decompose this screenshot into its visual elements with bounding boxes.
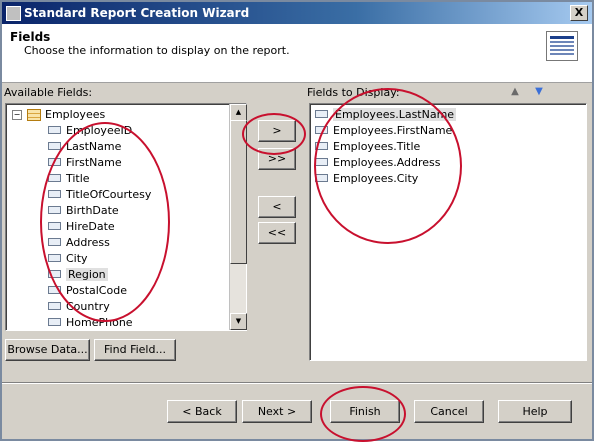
available-field-item[interactable]: Title: [48, 171, 90, 186]
fields-to-display-list[interactable]: Employees.LastName Employees.FirstName Emp…: [309, 103, 587, 361]
field-icon: [48, 142, 61, 150]
available-field-item[interactable]: Address: [48, 235, 110, 250]
available-field-item[interactable]: HireDate: [48, 219, 115, 234]
browse-data-button[interactable]: Browse Data...: [5, 339, 90, 361]
field-icon: [48, 222, 61, 230]
remove-field-button[interactable]: <: [258, 196, 296, 218]
field-icon: [315, 110, 328, 118]
help-button[interactable]: Help: [498, 400, 572, 423]
available-field-item[interactable]: City: [48, 251, 88, 266]
back-button[interactable]: < Back: [167, 400, 237, 423]
display-field-item[interactable]: Employees.City: [315, 171, 418, 186]
available-field-item[interactable]: LastName: [48, 139, 121, 154]
tree-root-label: Employees: [45, 108, 106, 121]
title-bar: Standard Report Creation Wizard X: [2, 2, 592, 24]
display-field-label: Employees.City: [333, 172, 419, 185]
field-icon: [48, 190, 61, 198]
available-field-item[interactable]: TitleOfCourtesy: [48, 187, 151, 202]
field-icon: [48, 126, 61, 134]
cancel-button[interactable]: Cancel: [414, 400, 484, 423]
available-field-item[interactable]: Country: [48, 299, 110, 314]
field-icon: [48, 270, 61, 278]
available-field-label: HomePhone: [66, 316, 133, 329]
field-icon: [48, 302, 61, 310]
add-field-button[interactable]: >: [258, 120, 296, 142]
scroll-down-button[interactable]: ▼: [230, 313, 247, 330]
page-description: Choose the information to display on the…: [24, 44, 290, 57]
available-field-item[interactable]: EmployeeID: [48, 123, 132, 138]
field-icon: [48, 238, 61, 246]
available-field-label: HireDate: [66, 220, 115, 233]
scroll-up-button[interactable]: ▲: [230, 104, 247, 121]
available-field-item[interactable]: BirthDate: [48, 203, 119, 218]
wizard-window: Standard Report Creation Wizard X Fields…: [0, 0, 594, 442]
wizard-header: Fields Choose the information to display…: [2, 24, 592, 83]
field-icon: [315, 158, 328, 166]
available-fields-tree[interactable]: − Employees EmployeeID LastName FirstName Ti…: [5, 103, 247, 331]
scroll-thumb[interactable]: [230, 120, 247, 264]
field-icon: [48, 318, 61, 326]
available-field-item[interactable]: HomePhone: [48, 315, 133, 330]
available-field-label: TitleOfCourtesy: [66, 188, 152, 201]
next-button[interactable]: Next >: [242, 400, 312, 423]
display-field-label: Employees.LastName: [333, 108, 457, 121]
available-field-label: BirthDate: [66, 204, 119, 217]
display-field-item[interactable]: Employees.Title: [315, 139, 420, 154]
app-icon: [6, 6, 21, 21]
move-up-icon[interactable]: ▲: [510, 87, 520, 97]
available-field-item[interactable]: PostalCode: [48, 283, 127, 298]
available-field-item[interactable]: FirstName: [48, 155, 122, 170]
available-field-label: Region: [66, 268, 108, 281]
close-button[interactable]: X: [570, 5, 588, 21]
window-title: Standard Report Creation Wizard: [24, 6, 250, 20]
available-field-item[interactable]: Region: [48, 267, 108, 282]
collapse-icon[interactable]: −: [12, 110, 22, 120]
field-icon: [48, 254, 61, 262]
page-title: Fields: [10, 30, 51, 44]
display-field-item[interactable]: Employees.LastName: [315, 107, 457, 122]
add-all-fields-button[interactable]: >>: [258, 148, 296, 170]
field-icon: [48, 286, 61, 294]
field-icon: [48, 174, 61, 182]
field-icon: [315, 174, 328, 182]
table-icon: [27, 109, 41, 121]
available-fields-label: Available Fields:: [4, 86, 93, 99]
available-field-label: City: [66, 252, 88, 265]
display-field-item[interactable]: Employees.FirstName: [315, 123, 452, 138]
available-field-label: PostalCode: [66, 284, 127, 297]
remove-all-fields-button[interactable]: <<: [258, 222, 296, 244]
field-icon: [48, 158, 61, 166]
available-field-label: EmployeeID: [66, 124, 133, 137]
field-icon: [315, 142, 328, 150]
tree-root-employees[interactable]: − Employees: [12, 107, 105, 122]
report-icon: [546, 31, 578, 61]
available-field-label: Country: [66, 300, 110, 313]
field-icon: [48, 206, 61, 214]
fields-to-display-label: Fields to Display:: [307, 86, 400, 99]
available-field-label: LastName: [66, 140, 122, 153]
available-field-label: Address: [66, 236, 110, 249]
display-field-label: Employees.FirstName: [333, 124, 453, 137]
display-field-item[interactable]: Employees.Address: [315, 155, 441, 170]
display-field-label: Employees.Title: [333, 140, 421, 153]
move-down-icon[interactable]: ▼: [534, 87, 544, 97]
available-field-label: Title: [66, 172, 90, 185]
vertical-scrollbar[interactable]: ▲ ▼: [229, 104, 247, 330]
finish-button[interactable]: Finish: [330, 400, 400, 423]
display-field-label: Employees.Address: [333, 156, 441, 169]
find-field-button[interactable]: Find Field...: [94, 339, 176, 361]
available-field-label: FirstName: [66, 156, 122, 169]
field-icon: [315, 126, 328, 134]
footer-separator: [2, 382, 592, 384]
